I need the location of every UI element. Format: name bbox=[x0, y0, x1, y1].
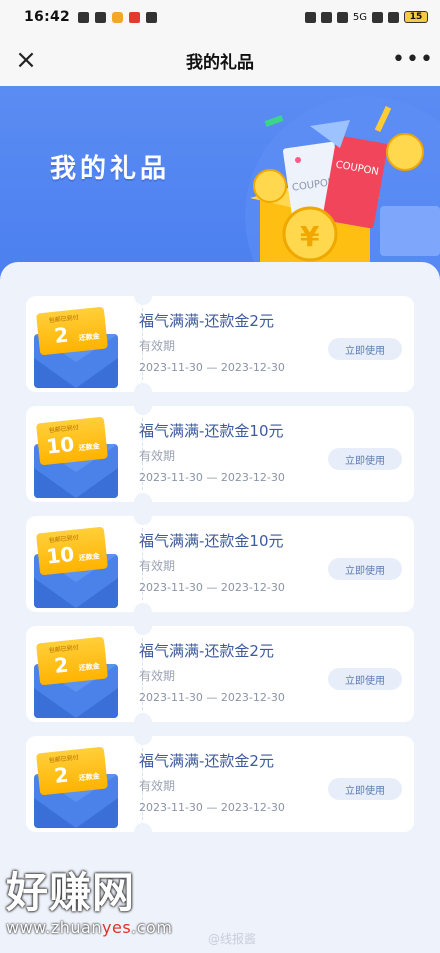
ticket-unit: 还款金 bbox=[78, 552, 101, 563]
ticket-amount: 2 bbox=[53, 322, 70, 348]
coupon-title: 福气满满-还款金2元 bbox=[139, 642, 274, 660]
status-time: 16:42 bbox=[24, 9, 71, 25]
translate-icon bbox=[146, 11, 158, 23]
yen-sign: ¥ bbox=[300, 220, 320, 253]
card-notch bbox=[134, 397, 152, 415]
validity-dates: 2023-11-30 — 2023-12-30 bbox=[139, 471, 285, 484]
app-notification-icon-2 bbox=[129, 11, 141, 23]
validity-label: 有效期 bbox=[139, 449, 176, 463]
ticket-unit: 还款金 bbox=[78, 332, 101, 343]
coupon-title: 福气满满-还款金2元 bbox=[139, 752, 274, 770]
coupon-card: 包邮已到付 10 还款金 福气满满-还款金10元 有效期 2023-11-30 … bbox=[26, 507, 414, 621]
ticket-unit: 还款金 bbox=[78, 662, 101, 673]
use-now-button[interactable]: 立即使用 bbox=[328, 558, 402, 580]
validity-label: 有效期 bbox=[139, 669, 176, 683]
ticket-unit: 还款金 bbox=[78, 442, 101, 453]
status-bar: 16:42 5G 15 bbox=[0, 0, 440, 34]
battery-icon: 15 bbox=[404, 11, 428, 23]
coupon-title: 福气满满-还款金10元 bbox=[139, 422, 284, 440]
use-now-button[interactable]: 立即使用 bbox=[328, 778, 402, 800]
coupon-card: 包邮已到付 10 还款金 福气满满-还款金10元 有效期 2023-11-30 … bbox=[26, 397, 414, 511]
watermark: 好赚网 www.zhuanyes.com bbox=[6, 868, 173, 938]
signal-icon bbox=[372, 11, 383, 23]
ticket-amount: 10 bbox=[45, 431, 76, 459]
validity-label: 有效期 bbox=[139, 779, 176, 793]
validity-dates: 2023-11-30 — 2023-12-30 bbox=[139, 361, 285, 374]
notification-icons bbox=[78, 11, 158, 23]
coupon-ticket-icon: 包邮已到付 2 还款金 bbox=[35, 306, 109, 356]
card-notch bbox=[134, 507, 152, 525]
close-icon[interactable]: × bbox=[12, 46, 40, 74]
use-now-button[interactable]: 立即使用 bbox=[328, 448, 402, 470]
coupon-title: 福气满满-还款金2元 bbox=[139, 312, 274, 330]
validity-dates: 2023-11-30 — 2023-12-30 bbox=[139, 691, 285, 704]
signal-icon-2 bbox=[388, 11, 399, 23]
coupon-ticket-icon: 包邮已到付 2 还款金 bbox=[35, 636, 109, 686]
battery-level: 15 bbox=[409, 12, 423, 22]
app-notification-icon bbox=[112, 11, 124, 23]
coupon-ticket-icon: 包邮已到付 2 还款金 bbox=[35, 746, 109, 796]
page-title: 我的礼品 bbox=[186, 52, 254, 73]
system-indicators: 5G 15 bbox=[304, 11, 428, 23]
validity-label: 有效期 bbox=[139, 339, 176, 353]
card-notch bbox=[134, 617, 152, 635]
banner-title: 我的礼品 bbox=[50, 154, 171, 184]
network-label: 5G bbox=[352, 11, 367, 23]
envelope-icon: 包邮已到付 10 还款金 bbox=[34, 522, 118, 608]
coupon-card: 包邮已到付 2 还款金 福气满满-还款金2元 有效期 2023-11-30 — … bbox=[26, 727, 414, 841]
watermark-credit: @线报酱 bbox=[208, 932, 257, 946]
mute-icon bbox=[336, 11, 348, 23]
coupon-ticket-icon: 包邮已到付 10 还款金 bbox=[35, 526, 109, 576]
validity-dates: 2023-11-30 — 2023-12-30 bbox=[139, 581, 285, 594]
watermark-url: www.zhuanyes.com bbox=[6, 918, 173, 937]
alarm-icon bbox=[320, 11, 332, 23]
banner: 我的礼品 COUPON COUPON ¥ bbox=[0, 86, 440, 286]
validity-label: 有效期 bbox=[139, 559, 176, 573]
nav-bar: × 我的礼品 ••• bbox=[0, 34, 440, 86]
coupon-card: 包邮已到付 2 还款金 福气满满-还款金2元 有效期 2023-11-30 — … bbox=[26, 617, 414, 731]
envelope-icon: 包邮已到付 2 还款金 bbox=[34, 302, 118, 388]
more-icon[interactable]: ••• bbox=[392, 46, 433, 74]
coupon-title: 福气满满-还款金10元 bbox=[139, 532, 284, 550]
sim-icon bbox=[95, 11, 107, 23]
use-now-button[interactable]: 立即使用 bbox=[328, 338, 402, 360]
coupon-ticket-icon: 包邮已到付 10 还款金 bbox=[35, 416, 109, 466]
coupon-card: 包邮已到付 2 还款金 福气满满-还款金2元 有效期 2023-11-30 — … bbox=[26, 287, 414, 401]
validity-dates: 2023-11-30 — 2023-12-30 bbox=[139, 801, 285, 814]
ticket-amount: 2 bbox=[53, 762, 70, 788]
card-notch bbox=[134, 823, 152, 841]
ticket-amount: 10 bbox=[45, 541, 76, 569]
card-notch bbox=[134, 287, 152, 305]
ticket-unit: 还款金 bbox=[78, 772, 101, 783]
envelope-icon: 包邮已到付 10 还款金 bbox=[34, 412, 118, 498]
card-notch bbox=[134, 727, 152, 745]
watermark-logo: 好赚网 bbox=[6, 868, 136, 917]
use-now-button[interactable]: 立即使用 bbox=[328, 668, 402, 690]
ticket-amount: 2 bbox=[53, 652, 70, 678]
gift-box-illustration: COUPON COUPON ¥ bbox=[245, 96, 440, 286]
envelope-icon: 包邮已到付 2 还款金 bbox=[34, 632, 118, 718]
envelope-icon: 包邮已到付 2 还款金 bbox=[34, 742, 118, 828]
bell-icon bbox=[78, 11, 90, 23]
nfc-icon bbox=[304, 11, 316, 23]
